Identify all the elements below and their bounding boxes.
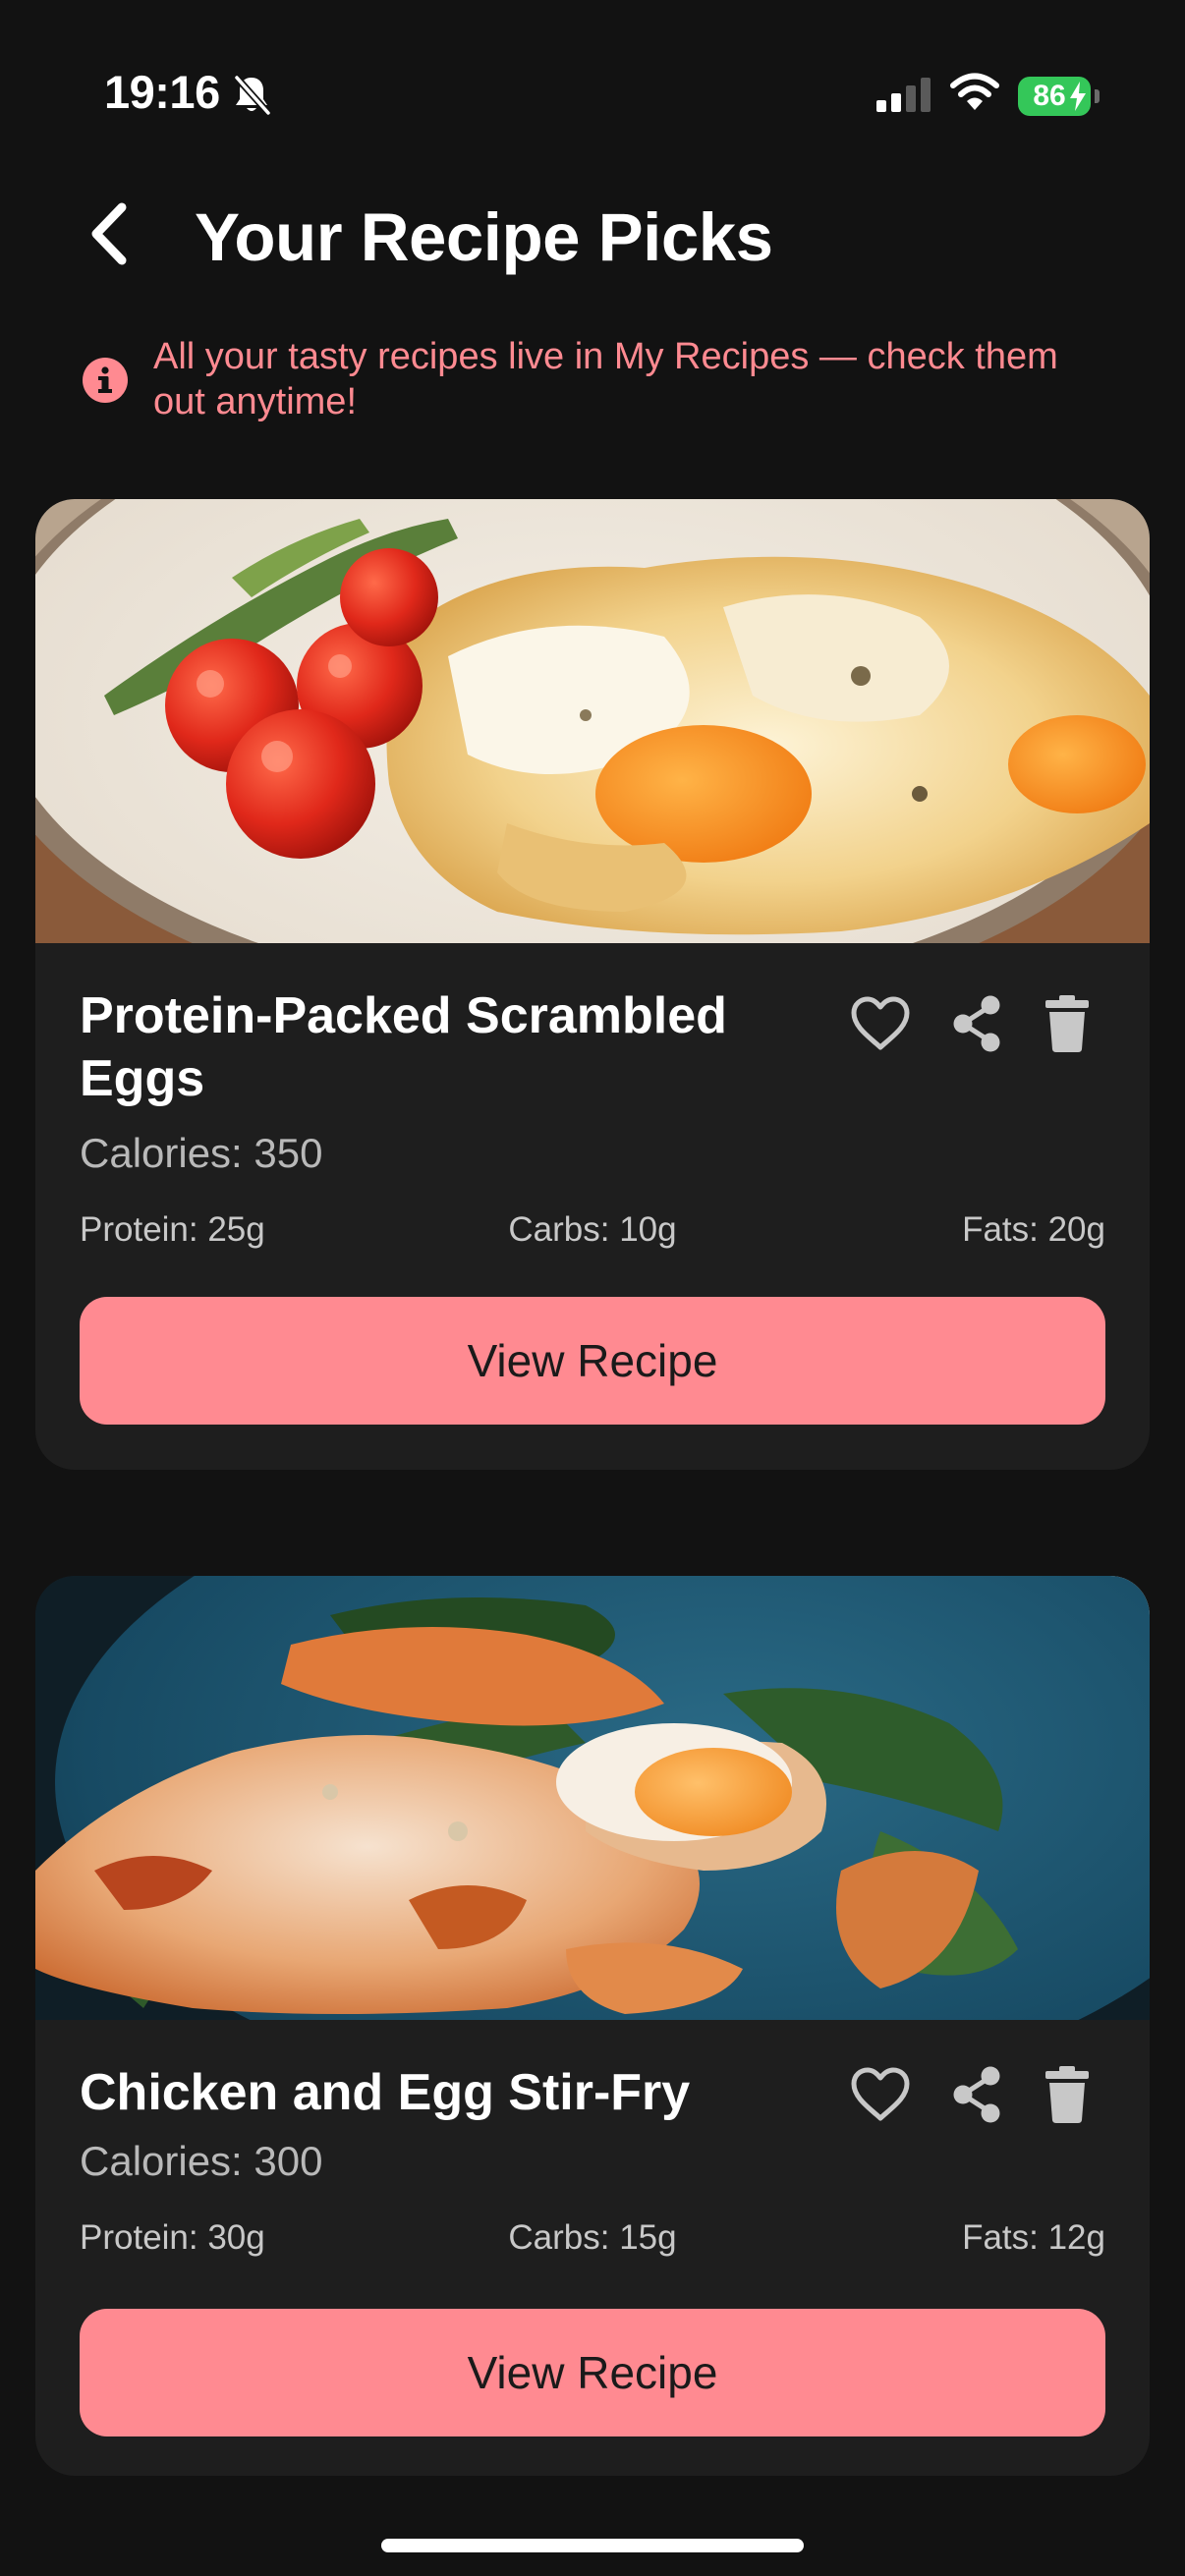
header: Your Recipe Picks xyxy=(0,177,1185,295)
heart-icon xyxy=(849,2066,912,2128)
recipe-card: Chicken and Egg Stir-Fry Calories: 300 P… xyxy=(35,1576,1150,2476)
macro-fats: Fats: 12g xyxy=(962,2218,1105,2257)
home-indicator[interactable] xyxy=(381,2539,804,2552)
cellular-signal-icon xyxy=(876,77,931,117)
bell-slash-icon xyxy=(232,75,271,121)
recipe-actions xyxy=(845,2061,1110,2132)
favorite-button[interactable] xyxy=(845,990,916,1061)
heart-icon xyxy=(849,995,912,1057)
favorite-button[interactable] xyxy=(845,2061,916,2132)
delete-button[interactable] xyxy=(1032,990,1102,1061)
recipe-title: Protein-Packed Scrambled Eggs xyxy=(80,987,727,1107)
recipe-image-chicken-stir-fry[interactable] xyxy=(35,1576,1150,2020)
status-bar: 19:16 86 xyxy=(0,0,1185,177)
share-button[interactable] xyxy=(941,2061,1012,2132)
back-button[interactable] xyxy=(79,196,140,275)
recipe-calories: Calories: 350 xyxy=(80,1130,323,1176)
trash-icon xyxy=(1044,2065,1091,2129)
recipe-calories: Calories: 300 xyxy=(80,2138,323,2184)
recipe-card: Protein-Packed Scrambled Eggs Calories: … xyxy=(35,499,1150,1470)
info-banner-text: All your tasty recipes live in My Recipe… xyxy=(153,336,1058,422)
charging-bolt-icon xyxy=(1069,82,1087,119)
status-time: 19:16 xyxy=(104,66,220,118)
share-button[interactable] xyxy=(941,990,1012,1061)
delete-button[interactable] xyxy=(1032,2061,1102,2132)
battery-indicator: 86 xyxy=(1018,77,1100,119)
macro-carbs: Carbs: 10g xyxy=(508,1210,677,1249)
share-icon xyxy=(949,2065,1004,2129)
recipe-title: Chicken and Egg Stir-Fry xyxy=(80,2064,691,2121)
macro-fats: Fats: 20g xyxy=(962,1210,1105,1249)
trash-icon xyxy=(1044,994,1091,1058)
wifi-icon xyxy=(949,73,1000,117)
macro-carbs: Carbs: 15g xyxy=(508,2218,677,2257)
page-title: Your Recipe Picks xyxy=(195,199,773,275)
recipe-macros: Protein: 30g Carbs: 15g Fats: 12g xyxy=(80,2218,1105,2266)
battery-level: 86 xyxy=(1033,80,1066,112)
recipe-actions xyxy=(845,990,1110,1061)
view-recipe-button[interactable]: View Recipe xyxy=(80,2309,1105,2436)
chevron-left-icon xyxy=(86,201,132,271)
share-icon xyxy=(949,994,1004,1058)
recipe-image-scrambled-eggs[interactable] xyxy=(35,499,1150,943)
recipe-macros: Protein: 25g Carbs: 10g Fats: 20g xyxy=(80,1210,1105,1258)
view-recipe-button[interactable]: View Recipe xyxy=(80,1297,1105,1425)
info-icon xyxy=(83,358,128,403)
